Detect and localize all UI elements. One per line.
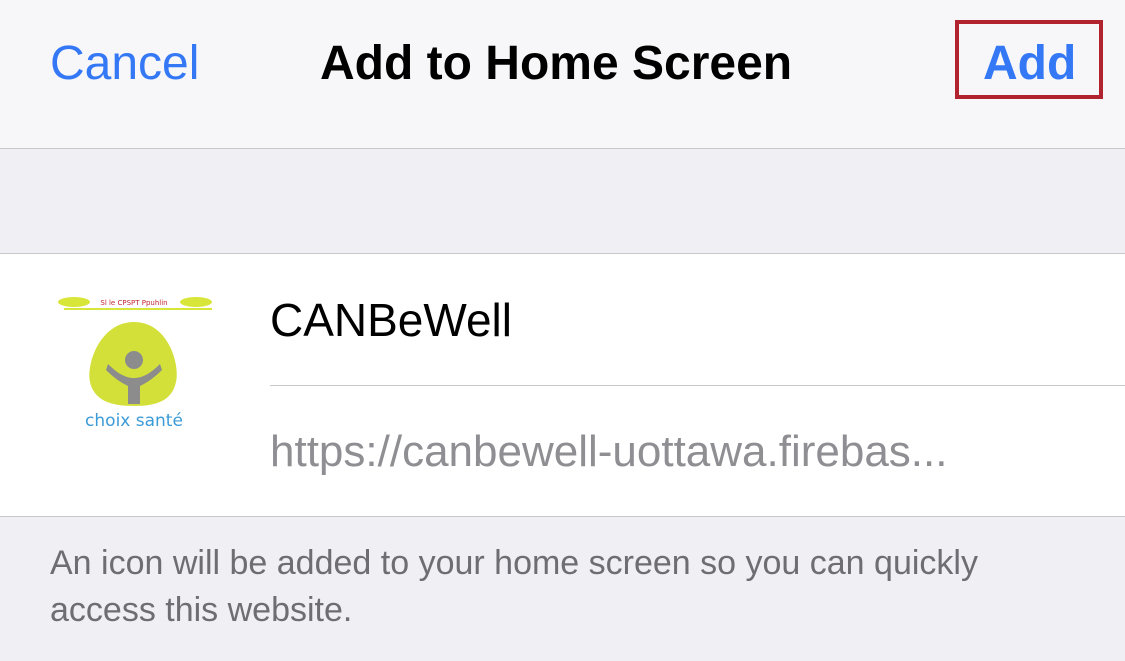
field-divider (270, 385, 1125, 386)
app-icon: Sl le CPSPT Ppuhlin choix santé (48, 294, 220, 466)
section-spacer (0, 149, 1125, 253)
bookmark-name-input[interactable]: CANBeWell (270, 290, 1125, 384)
bookmark-card: Sl le CPSPT Ppuhlin choix santé CANBeWel… (0, 253, 1125, 517)
navigation-bar: Cancel Add to Home Screen Add (0, 0, 1125, 149)
logo-caption: choix santé (85, 411, 183, 431)
add-button[interactable]: Add (983, 36, 1076, 92)
choix-sante-logo-icon: Sl le CPSPT Ppuhlin choix santé (48, 294, 220, 466)
page-title: Add to Home Screen (320, 37, 793, 90)
footer-note: An icon will be added to your home scree… (50, 544, 978, 629)
cancel-button[interactable]: Cancel (50, 36, 199, 92)
logo-banner-text: Sl le CPSPT Ppuhlin (100, 299, 167, 307)
bookmark-url: https://canbewell-uottawa.firebas... (270, 427, 948, 476)
